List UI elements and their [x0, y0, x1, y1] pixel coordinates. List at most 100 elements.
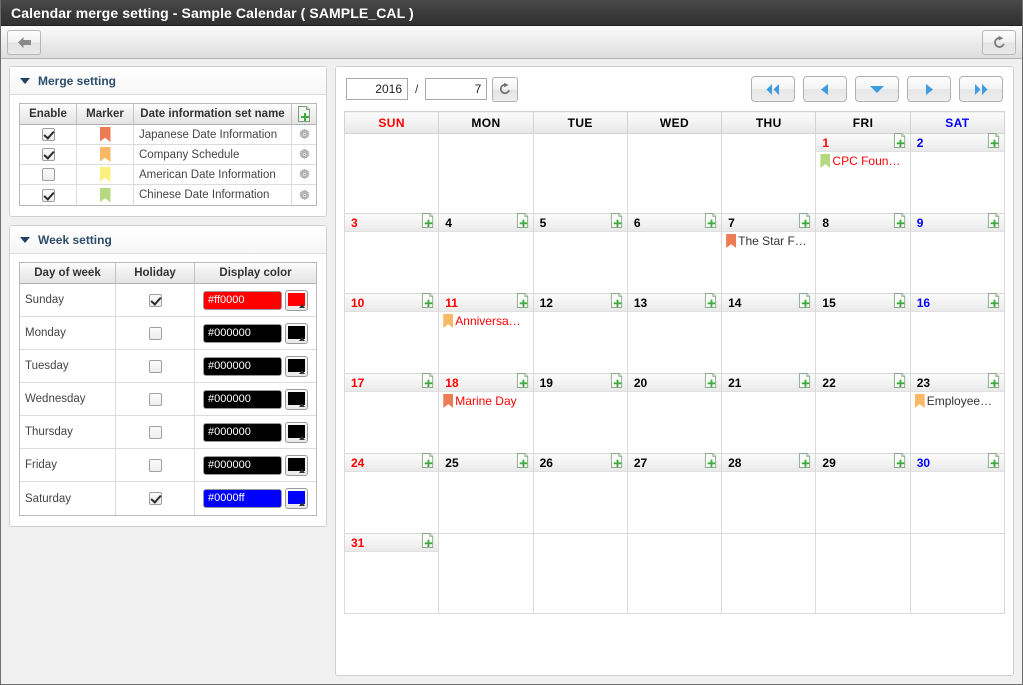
color-picker-button[interactable]	[285, 488, 308, 509]
add-event-icon[interactable]	[893, 372, 907, 393]
back-button[interactable]	[7, 29, 41, 55]
color-picker-button[interactable]	[285, 388, 308, 410]
calendar-day-cell[interactable]: 14	[721, 292, 817, 374]
calendar-event[interactable]: The Star F…	[726, 234, 812, 249]
caret-down-icon[interactable]	[20, 77, 30, 84]
calendar-day-cell[interactable]: 25	[438, 452, 534, 534]
calendar-day-cell[interactable]: 3	[343, 212, 440, 294]
gear-icon[interactable]	[298, 189, 311, 202]
color-hex-input[interactable]: #000000	[203, 389, 282, 409]
calendar-day-cell[interactable]: 6	[626, 212, 723, 294]
add-event-icon[interactable]	[421, 372, 435, 393]
enable-checkbox[interactable]	[41, 168, 55, 181]
calendar-day-cell[interactable]: 27	[626, 452, 723, 534]
calendar-reload-button[interactable]	[492, 76, 519, 102]
color-picker-button[interactable]	[285, 454, 308, 476]
calendar-day-cell[interactable]: 31	[343, 532, 440, 614]
first-button[interactable]	[751, 76, 795, 102]
calendar-day-cell[interactable]: 13	[626, 292, 723, 374]
calendar-day-cell[interactable]: 2	[909, 132, 1006, 214]
add-event-icon[interactable]	[893, 212, 907, 233]
settings-cell[interactable]	[292, 145, 316, 165]
color-picker-button[interactable]	[285, 421, 308, 443]
calendar-day-cell[interactable]: 29	[815, 452, 911, 534]
settings-cell[interactable]	[292, 125, 316, 145]
calendar-day-cell[interactable]: 8	[815, 212, 911, 294]
add-event-icon[interactable]	[704, 212, 718, 233]
add-event-icon[interactable]	[987, 212, 1001, 233]
enable-checkbox[interactable]	[41, 148, 55, 161]
holiday-checkbox[interactable]	[148, 293, 162, 307]
year-input[interactable]: 2016	[346, 78, 408, 100]
gear-icon[interactable]	[298, 148, 311, 161]
calendar-day-cell[interactable]: 17	[343, 372, 440, 454]
previous-button[interactable]	[803, 76, 847, 102]
add-event-icon[interactable]	[893, 452, 907, 473]
gear-icon[interactable]	[298, 128, 311, 141]
calendar-event[interactable]: Anniversa…	[443, 314, 529, 329]
calendar-day-cell[interactable]: 4	[438, 212, 534, 294]
add-event-icon[interactable]	[798, 452, 812, 473]
add-event-icon[interactable]	[421, 212, 435, 233]
week-setting-header[interactable]: Week setting	[10, 226, 326, 254]
settings-cell[interactable]	[292, 185, 316, 205]
color-picker-button[interactable]	[285, 322, 308, 344]
calendar-day-cell[interactable]: 18 Marine Day	[438, 372, 534, 454]
new-document-icon[interactable]	[297, 106, 312, 122]
calendar-event[interactable]: CPC Foun…	[820, 154, 906, 169]
new-set-header[interactable]	[292, 104, 316, 125]
add-event-icon[interactable]	[987, 292, 1001, 313]
add-event-icon[interactable]	[987, 452, 1001, 473]
calendar-day-cell[interactable]: 22	[815, 372, 911, 454]
calendar-day-cell[interactable]: 12	[532, 292, 628, 374]
calendar-day-cell[interactable]: 1 CPC Foun…	[815, 132, 911, 214]
add-event-icon[interactable]	[704, 452, 718, 473]
calendar-day-cell[interactable]: 28	[721, 452, 817, 534]
calendar-day-cell[interactable]: 7 The Star F…	[721, 212, 817, 294]
last-button[interactable]	[959, 76, 1003, 102]
holiday-checkbox[interactable]	[148, 359, 162, 373]
color-hex-input[interactable]: #000000	[203, 323, 282, 343]
holiday-checkbox[interactable]	[148, 425, 162, 439]
add-event-icon[interactable]	[610, 372, 624, 393]
add-event-icon[interactable]	[798, 212, 812, 233]
calendar-day-cell[interactable]: 19	[532, 372, 628, 454]
calendar-event[interactable]: Employee…	[915, 394, 1001, 409]
add-event-icon[interactable]	[704, 372, 718, 393]
color-hex-input[interactable]: #ff0000	[203, 290, 282, 310]
holiday-checkbox[interactable]	[148, 492, 162, 505]
add-event-icon[interactable]	[610, 292, 624, 313]
refresh-button[interactable]	[982, 29, 1016, 55]
caret-down-icon[interactable]	[20, 236, 30, 243]
calendar-day-cell[interactable]: 26	[532, 452, 628, 534]
color-hex-input[interactable]: #0000ff	[203, 489, 282, 508]
calendar-day-cell[interactable]: 30	[909, 452, 1006, 534]
add-event-icon[interactable]	[798, 372, 812, 393]
calendar-day-cell[interactable]: 20	[626, 372, 723, 454]
enable-checkbox[interactable]	[41, 128, 55, 141]
holiday-checkbox[interactable]	[148, 326, 162, 340]
calendar-day-cell[interactable]: 5	[532, 212, 628, 294]
add-event-icon[interactable]	[516, 212, 530, 233]
color-picker-button[interactable]	[285, 289, 308, 311]
calendar-day-cell[interactable]: 23 Employee…	[909, 372, 1006, 454]
add-event-icon[interactable]	[610, 452, 624, 473]
add-event-icon[interactable]	[516, 452, 530, 473]
color-hex-input[interactable]: #000000	[203, 422, 282, 442]
color-hex-input[interactable]: #000000	[203, 455, 282, 475]
calendar-day-cell[interactable]: 15	[815, 292, 911, 374]
add-event-icon[interactable]	[704, 292, 718, 313]
calendar-day-cell[interactable]: 9	[909, 212, 1006, 294]
month-input[interactable]: 7	[425, 78, 488, 100]
calendar-event[interactable]: Marine Day	[443, 394, 529, 409]
add-event-icon[interactable]	[421, 292, 435, 313]
add-event-icon[interactable]	[798, 292, 812, 313]
today-button[interactable]	[855, 76, 899, 102]
gear-icon[interactable]	[298, 168, 311, 181]
add-event-icon[interactable]	[516, 372, 530, 393]
calendar-day-cell[interactable]: 11 Anniversa…	[438, 292, 534, 374]
enable-checkbox[interactable]	[41, 188, 55, 202]
add-event-icon[interactable]	[421, 532, 435, 553]
calendar-day-cell[interactable]: 16	[909, 292, 1006, 374]
color-picker-button[interactable]	[285, 355, 308, 377]
